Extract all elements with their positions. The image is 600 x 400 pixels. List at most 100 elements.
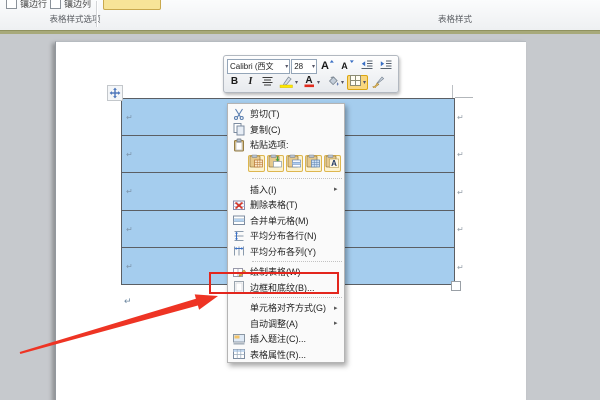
chevron-down-icon[interactable]: ▾ [363, 79, 366, 86]
center-align-icon [261, 75, 274, 90]
italic-icon: I [248, 76, 253, 87]
word-application-window: 镶边行 镶边列 表格样式选项 表格样式 ↵ ↵ ↵ ↵ ↵ ↵ ↵ ↵ ↵ ↵ ↵ Calibr… [0, 0, 600, 400]
svg-text:A: A [321, 60, 329, 71]
bold-icon: B [230, 76, 239, 87]
border-grid-icon [349, 74, 362, 90]
menu-item-label: 自动调整(A) [250, 318, 298, 329]
paste-overwrite-cells-icon [287, 154, 302, 172]
menu-item-paste-options: 粘贴选项: [228, 137, 344, 153]
font-size-combo[interactable]: 28 ▾ [291, 58, 317, 74]
menu-item-table-properties[interactable]: 表格属性(R)... [228, 347, 344, 363]
font-size-value: 28 [294, 61, 304, 71]
format-painter-button[interactable] [369, 75, 387, 90]
paste-text-only-button[interactable]: A [324, 154, 341, 172]
menu-item-autofit[interactable]: 自动调整(A) ▸ [228, 316, 344, 332]
table-properties-icon [228, 347, 250, 361]
menu-item-distribute-rows[interactable]: 平均分布各行(N) [228, 228, 344, 244]
chevron-down-icon[interactable]: ▾ [317, 79, 320, 86]
svg-text:A: A [305, 75, 312, 86]
menu-separator [252, 178, 342, 180]
grow-font-button[interactable]: A [318, 59, 337, 74]
mini-toolbar-row-1: Calibri (西文 ▾ 28 ▾ A A [227, 58, 395, 74]
menu-item-label: 平均分布各行(N) [250, 231, 317, 242]
ribbon-bottom-edge [0, 30, 600, 34]
increase-indent-button[interactable] [377, 59, 395, 74]
menu-item-label: 插入(I) [250, 184, 277, 195]
banded-rows-label: 镶边行 [20, 0, 48, 9]
highlight-box-annotation [209, 272, 339, 294]
column-guide-line [452, 85, 453, 98]
end-of-row-mark: ↵ [457, 262, 464, 272]
group-table-style-options-label: 表格样式选项 [49, 14, 101, 24]
paste-keep-source-icon [249, 154, 264, 172]
bold-button[interactable]: B [227, 75, 242, 90]
group-table-styles-label: 表格样式 [437, 14, 472, 24]
submenu-arrow-icon: ▸ [334, 320, 338, 328]
font-name-value: Calibri (西文 [230, 61, 274, 71]
menu-item-copy[interactable]: 复制(C) [228, 122, 344, 138]
end-of-row-mark: ↵ [457, 150, 464, 160]
shading-button[interactable]: ▾ [323, 75, 346, 90]
submenu-arrow-icon: ▸ [334, 186, 338, 194]
paint-bucket-icon [325, 74, 340, 91]
paste-text-only-icon: A [325, 154, 340, 172]
menu-item-distribute-columns[interactable]: 平均分布各列(Y) [228, 244, 344, 260]
decrease-indent-button[interactable] [358, 59, 376, 74]
menu-item-cell-alignment[interactable]: 单元格对齐方式(G) ▸ [228, 300, 344, 316]
caption-icon [228, 332, 250, 346]
end-of-cell-mark: ↵ [126, 187, 133, 197]
banded-columns-label: 镶边列 [64, 0, 92, 9]
highlight-color-button[interactable]: ▾ [277, 75, 300, 90]
grow-font-icon: A [320, 58, 335, 74]
font-name-combo[interactable]: Calibri (西文 ▾ [227, 58, 291, 74]
end-of-cell-mark: ↵ [126, 261, 133, 271]
menu-item-label: 单元格对齐方式(G) [250, 303, 326, 314]
center-align-button[interactable] [259, 75, 276, 90]
end-of-cell-mark: ↵ [126, 224, 133, 234]
increase-indent-icon [379, 59, 393, 74]
menu-separator [252, 260, 342, 263]
chevron-down-icon[interactable]: ▾ [311, 63, 315, 70]
end-of-cell-mark: ↵ [126, 150, 133, 160]
table-resize-handle[interactable] [451, 281, 461, 291]
borders-button[interactable]: ▾ [347, 74, 369, 90]
format-painter-icon [371, 74, 385, 91]
menu-item-label: 删除表格(T) [250, 200, 298, 211]
paste-nest-table-button[interactable] [305, 154, 322, 172]
menu-item-delete-table[interactable]: 删除表格(T) [228, 197, 344, 213]
table-move-handle[interactable] [107, 85, 123, 101]
banded-rows-checkbox[interactable]: 镶边行 [6, 0, 47, 10]
svg-text:A: A [331, 159, 337, 168]
context-menu: 剪切(T) 复制(C) 粘贴选项: A 插入(I) ▸ 删除表格(T) 合并单元格(M) 平均分… [227, 103, 345, 363]
paste-merge-table-icon [268, 154, 283, 172]
font-color-icon: A [303, 74, 316, 91]
submenu-arrow-icon: ▸ [334, 304, 338, 312]
font-color-button[interactable]: A ▾ [301, 75, 322, 90]
paste-merge-table-button[interactable] [267, 154, 284, 172]
decrease-indent-icon [360, 59, 374, 74]
checkbox-icon [6, 0, 17, 9]
menu-item-label: 复制(C) [250, 124, 281, 135]
scissors-icon [228, 107, 250, 121]
menu-item-merge-cells[interactable]: 合并单元格(M) [228, 213, 344, 229]
distribute-rows-icon [228, 229, 250, 243]
table-style-thumbnail[interactable] [103, 0, 161, 10]
menu-item-cut[interactable]: 剪切(T) [228, 106, 344, 122]
menu-item-insert[interactable]: 插入(I) ▸ [228, 182, 344, 198]
copy-icon [228, 122, 250, 136]
paste-keep-source-button[interactable] [248, 154, 265, 172]
delete-table-icon [228, 198, 250, 212]
banded-columns-checkbox[interactable]: 镶边列 [50, 0, 91, 10]
paragraph-mark: ↵ [124, 296, 132, 306]
paste-overwrite-cells-button[interactable] [286, 154, 303, 172]
chevron-down-icon[interactable]: ▾ [341, 79, 344, 86]
shrink-font-icon: A [340, 58, 355, 74]
menu-item-insert-caption[interactable]: 插入题注(C)... [228, 331, 344, 347]
shrink-font-button[interactable]: A [338, 59, 357, 74]
italic-button[interactable]: I [243, 75, 258, 90]
paste-icon [228, 138, 250, 152]
highlight-icon [279, 74, 294, 91]
chevron-down-icon[interactable]: ▾ [284, 63, 288, 70]
menu-item-label: 剪切(T) [250, 109, 280, 120]
chevron-down-icon[interactable]: ▾ [295, 79, 298, 86]
